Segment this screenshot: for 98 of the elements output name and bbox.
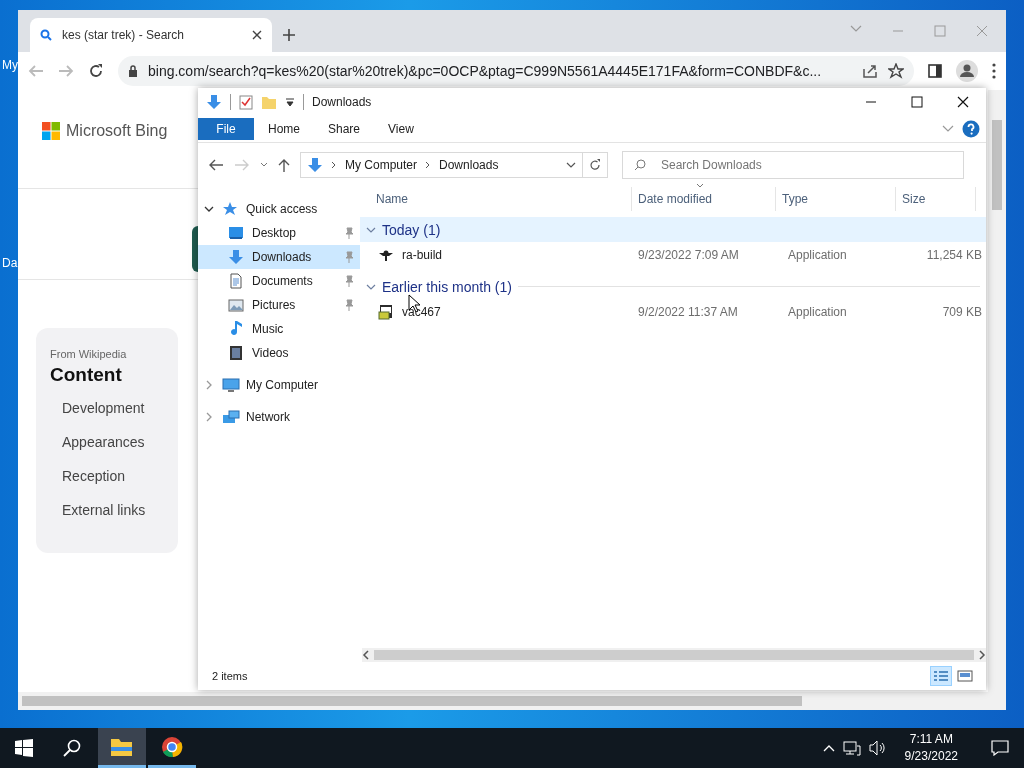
lock-icon [128, 65, 138, 77]
clock-date[interactable]: 9/23/2022 [904, 748, 958, 765]
close-icon [957, 96, 969, 108]
chevron-icon [331, 161, 337, 169]
file-name[interactable]: ra-build [360, 247, 632, 263]
breadcrumb-item[interactable]: My Computer [345, 158, 418, 172]
column-header[interactable]: Size [896, 187, 976, 211]
search-icon [63, 739, 81, 757]
size-cell-text: 11,254 KB [925, 248, 982, 262]
download-arrow-icon[interactable] [206, 94, 222, 110]
caret-icon[interactable] [285, 97, 295, 107]
picture-icon [228, 297, 246, 313]
download-arrow-icon [228, 249, 246, 265]
windows-logo-icon [15, 739, 33, 757]
contents-link[interactable]: Reception [62, 468, 164, 484]
type-cell-text: Application [787, 248, 848, 262]
file-name[interactable]: vac467 [360, 304, 632, 320]
properties-icon[interactable] [239, 94, 253, 110]
monitor-icon [228, 225, 246, 241]
item-count: 2 items [212, 670, 248, 682]
expand-ribbon-icon[interactable] [942, 125, 954, 133]
address-field[interactable]: My Computer Downloads [300, 152, 583, 178]
four-squares-logo-icon [42, 122, 60, 140]
card-heading: Content [50, 364, 123, 386]
scrollbar[interactable] [18, 692, 1006, 710]
large-icons-view-icon [957, 670, 973, 682]
browser-logo-icon [160, 735, 184, 758]
logo-text: Microsoft Bing [66, 122, 168, 140]
chat-bubble-icon [991, 740, 1009, 756]
search-field[interactable]: Search Downloads [622, 151, 964, 179]
nav-item[interactable]: Documents [198, 269, 360, 293]
clock-time[interactable]: 7:11 AM [909, 731, 953, 748]
source-label: From Wikipedia [50, 348, 128, 360]
computer-icon [222, 377, 240, 393]
details-view-icon [933, 670, 949, 682]
contents-link[interactable]: External links [62, 502, 164, 518]
column-header[interactable]: Date modified [632, 187, 776, 211]
profile-icon[interactable] [956, 60, 978, 82]
file-menu-button[interactable]: File [198, 118, 254, 140]
tab-accent [192, 226, 198, 272]
nav-item[interactable]: Music [198, 317, 360, 341]
nav-item[interactable]: Quick access [198, 197, 360, 221]
scroll-right-icon [978, 650, 986, 660]
bookmark-star-icon[interactable] [888, 63, 904, 79]
reload-icon[interactable] [88, 63, 104, 79]
scrollbar[interactable] [362, 648, 986, 662]
network-icon[interactable] [842, 740, 861, 756]
search-icon [40, 29, 52, 41]
speaker-icon[interactable] [868, 740, 887, 756]
address-text: bing.com/search?q=kes%20(star%20trek)&pc=0OCP&ptag=C999N5561A4445E171FA&form=CONBDF&c... [148, 63, 823, 79]
view-button[interactable] [930, 666, 952, 686]
date-cell-text: 9/2/2022 11:37 AM [637, 305, 739, 319]
contents-link[interactable]: Development [62, 400, 164, 416]
share-icon[interactable] [862, 63, 878, 79]
refresh-button[interactable] [582, 152, 608, 178]
nav-item[interactable]: Network [198, 405, 360, 429]
nav-item[interactable]: Pictures [198, 293, 360, 317]
desktop-icon-label[interactable]: Da [2, 256, 18, 270]
nav-item[interactable]: My Computer [198, 373, 360, 397]
help-icon[interactable] [962, 120, 980, 138]
date-cell-text: 9/23/2022 7:09 AM [637, 248, 740, 262]
caret-icon[interactable] [566, 162, 576, 168]
ribbon-tab[interactable]: View [374, 118, 428, 140]
ribbon-tab[interactable]: Share [314, 118, 375, 140]
side-panel-icon[interactable] [928, 64, 942, 78]
network-icon [222, 409, 240, 425]
browser-tab[interactable]: kes (star trek) - Search [30, 18, 272, 52]
desktop-icon-label[interactable]: My [2, 58, 18, 72]
back-icon[interactable] [208, 158, 224, 172]
nav-item[interactable]: Downloads [198, 245, 360, 269]
maximize-icon [911, 96, 923, 108]
sort-caret-icon [696, 183, 704, 188]
size-cell-text: 709 KB [941, 305, 982, 319]
tab-title: kes (star trek) - Search [62, 28, 186, 42]
group-header[interactable]: Earlier this month (1) [360, 274, 986, 299]
nav-item[interactable]: Desktop [198, 221, 360, 245]
chevron-up-icon[interactable] [822, 744, 835, 752]
scroll-left-icon [362, 650, 370, 660]
close-icon[interactable] [252, 30, 262, 40]
chevron-icon [425, 161, 432, 169]
group-header[interactable]: Today (1) [360, 217, 986, 242]
search-icon [634, 159, 646, 171]
refresh-icon [589, 159, 601, 171]
column-header[interactable]: Name [360, 187, 632, 211]
window-title: Downloads [312, 95, 372, 109]
new-tab-icon[interactable] [282, 28, 296, 42]
column-header[interactable]: Type [776, 187, 896, 211]
contents-link[interactable]: Appearances [62, 434, 164, 450]
download-arrow-icon [307, 157, 323, 173]
menu-icon[interactable] [992, 63, 996, 79]
address-bar[interactable]: bing.com/search?q=kes%20(star%20trek)&pc=0OCP&ptag=C999N5561A4445E171FA&form=CONBDF&c... [118, 56, 914, 86]
ribbon-tab[interactable]: Home [254, 118, 314, 140]
up-icon[interactable] [278, 158, 290, 172]
type-cell-text: Application [787, 305, 848, 319]
scrollbar[interactable] [988, 90, 1006, 692]
breadcrumb-item[interactable]: Downloads [439, 158, 499, 172]
nav-item[interactable]: Videos [198, 341, 360, 365]
taskbar-app[interactable] [98, 728, 146, 768]
